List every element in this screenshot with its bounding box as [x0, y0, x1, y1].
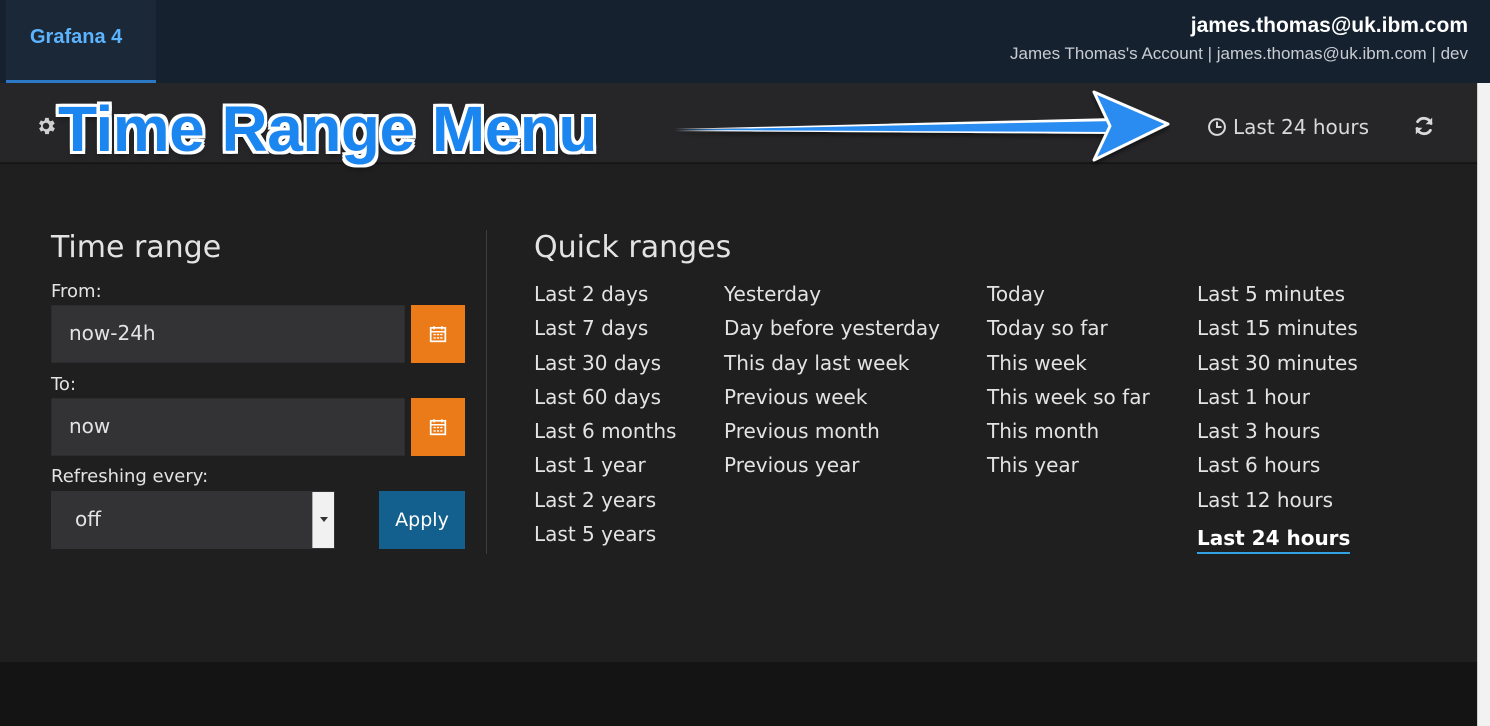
from-input[interactable]: now-24h — [51, 305, 405, 363]
quick-range-item[interactable]: This year — [987, 451, 1150, 485]
quick-range-item[interactable]: Today so far — [987, 314, 1150, 348]
quick-range-item[interactable]: This day last week — [724, 349, 940, 383]
page-background — [0, 662, 1477, 726]
to-calendar-button[interactable] — [411, 398, 465, 456]
quick-range-item[interactable]: Last 15 minutes — [1197, 314, 1358, 348]
quick-ranges-column-1: Last 2 days Last 7 days Last 30 days Las… — [534, 280, 676, 554]
quick-range-item[interactable]: This week — [987, 349, 1150, 383]
time-range-picker-button[interactable]: Last 24 hours — [1207, 114, 1369, 140]
quick-range-item[interactable]: Day before yesterday — [724, 314, 940, 348]
quick-range-item[interactable]: Last 5 years — [534, 520, 676, 554]
refresh-interval-select[interactable]: off — [51, 491, 335, 549]
scrollbar[interactable] — [1477, 83, 1490, 726]
to-label: To: — [51, 374, 77, 395]
top-bar: Grafana 4 james.thomas@uk.ibm.com James … — [0, 0, 1490, 83]
quick-ranges-heading: Quick ranges — [534, 230, 732, 265]
quick-ranges-column-3: Today Today so far This week This week s… — [987, 280, 1150, 486]
quick-range-item[interactable]: Last 7 days — [534, 314, 676, 348]
quick-range-item[interactable]: Last 60 days — [534, 383, 676, 417]
user-email[interactable]: james.thomas@uk.ibm.com — [1191, 14, 1468, 38]
time-range-picker-label: Last 24 hours — [1233, 115, 1370, 139]
quick-range-item[interactable]: Last 2 years — [534, 486, 676, 520]
calendar-icon — [429, 419, 447, 436]
app-tab-label: Grafana 4 — [30, 26, 123, 48]
refresh-interval-value: off — [75, 507, 102, 531]
quick-range-item[interactable]: Previous month — [724, 417, 940, 451]
quick-range-item[interactable]: Previous year — [724, 451, 940, 485]
annotation-arrow — [674, 90, 1170, 162]
quick-range-item[interactable]: Last 5 minutes — [1197, 280, 1358, 314]
calendar-icon — [429, 326, 447, 343]
quick-range-item[interactable]: Previous week — [724, 383, 940, 417]
divider — [486, 230, 487, 554]
tab-grafana[interactable]: Grafana 4 — [6, 0, 156, 83]
quick-range-item[interactable]: Last 6 hours — [1197, 451, 1358, 485]
from-label: From: — [51, 281, 102, 302]
quick-range-item[interactable]: Last 2 days — [534, 280, 676, 314]
to-input[interactable]: now — [51, 398, 405, 456]
quick-range-item[interactable]: This week so far — [987, 383, 1150, 417]
apply-button[interactable]: Apply — [379, 491, 465, 549]
quick-range-item[interactable]: Last 1 year — [534, 451, 676, 485]
time-range-heading: Time range — [51, 230, 222, 265]
annotation-title: Time Range Menu — [58, 93, 597, 165]
quick-range-item[interactable]: Last 3 hours — [1197, 417, 1358, 451]
quick-range-item[interactable]: Last 1 hour — [1197, 383, 1358, 417]
from-calendar-button[interactable] — [411, 305, 465, 363]
refresh-icon[interactable] — [1412, 114, 1436, 138]
quick-range-item[interactable]: Last 6 months — [534, 417, 676, 451]
quick-range-item[interactable]: Last 30 days — [534, 349, 676, 383]
quick-range-item[interactable]: Today — [987, 280, 1150, 314]
quick-ranges-column-2: Yesterday Day before yesterday This day … — [724, 280, 940, 486]
clock-icon — [1208, 118, 1226, 136]
chevron-down-icon — [312, 492, 334, 548]
quick-range-item[interactable]: Last 12 hours — [1197, 486, 1358, 520]
quick-ranges-column-4: Last 5 minutes Last 15 minutes Last 30 m… — [1197, 280, 1358, 555]
quick-range-item[interactable]: Last 30 minutes — [1197, 349, 1358, 383]
gear-icon[interactable] — [35, 115, 57, 137]
quick-range-item[interactable]: This month — [987, 417, 1150, 451]
account-line[interactable]: James Thomas's Account | james.thomas@uk… — [1010, 44, 1468, 64]
quick-range-item[interactable]: Yesterday — [724, 280, 940, 314]
quick-range-item-active[interactable]: Last 24 hours — [1197, 524, 1351, 555]
refresh-label: Refreshing every: — [51, 466, 209, 487]
